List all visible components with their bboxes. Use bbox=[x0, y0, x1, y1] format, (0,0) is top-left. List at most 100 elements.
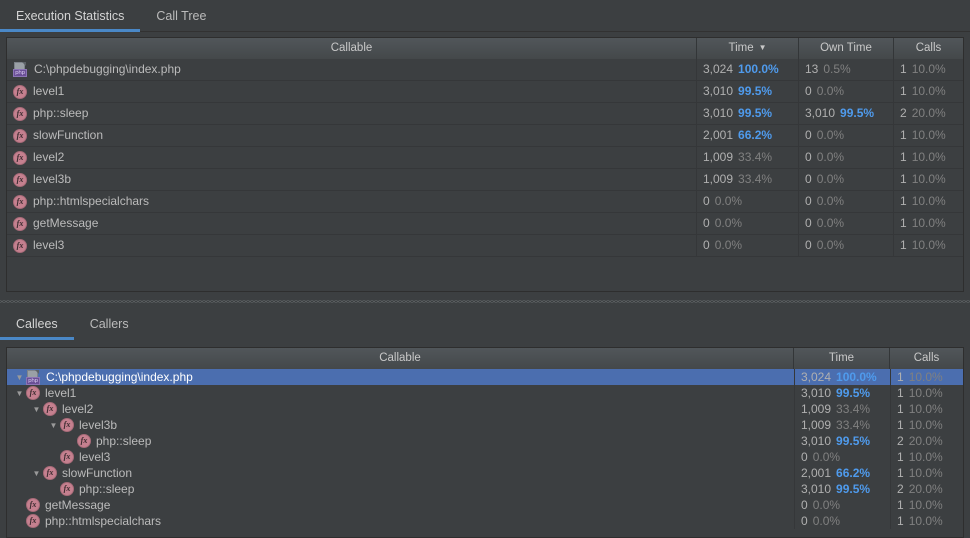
tree-row[interactable]: ▼ fx level1 3,010 99.5% 1 10.0% bbox=[7, 385, 963, 401]
column-header-calls-callees[interactable]: Calls bbox=[890, 348, 963, 369]
cell-callable: fx php::sleep bbox=[7, 103, 697, 124]
tree-row[interactable]: ▼fx php::sleep 3,010 99.5% 2 20.0% bbox=[7, 433, 963, 449]
callable-name: php::sleep bbox=[33, 106, 89, 120]
tree-cell-time: 0 0.0% bbox=[794, 513, 890, 529]
column-header-callable[interactable]: Callable bbox=[7, 38, 697, 59]
tree-row[interactable]: ▼fx php::sleep 3,010 99.5% 2 20.0% bbox=[7, 481, 963, 497]
table-row[interactable]: fx getMessage 0 0.0% 0 0.0% 1 10.0% bbox=[7, 213, 963, 235]
cell-time-percent: 0.0% bbox=[714, 194, 743, 208]
table-row[interactable]: fx php::htmlspecialchars 0 0.0% 0 0.0% 1 10.0% bbox=[7, 191, 963, 213]
cell-time: 0 0.0% bbox=[697, 213, 799, 234]
cell-own-time-percent: 0.0% bbox=[816, 150, 845, 164]
fx-function-icon: fx bbox=[13, 194, 27, 209]
expand-collapse-triangle-icon[interactable]: ▼ bbox=[47, 417, 60, 433]
table-row[interactable]: fx php::sleep 3,010 99.5% 3,010 99.5% 2 20.0% bbox=[7, 103, 963, 125]
execution-statistics-table[interactable]: Callable Time ▼ Own Time Calls php C:\phpd… bbox=[6, 37, 964, 292]
expand-collapse-triangle-icon[interactable]: ▼ bbox=[30, 401, 43, 417]
tab-callees[interactable]: Callees bbox=[0, 308, 74, 340]
callable-name: php::htmlspecialchars bbox=[33, 194, 150, 208]
cell-own-time: 0 0.0% bbox=[799, 147, 894, 168]
tree-row[interactable]: ▼fx php::htmlspecialchars 0 0.0% 1 10.0% bbox=[7, 513, 963, 529]
callees-tree-table[interactable]: Callable Time Calls ▼ php C:\phpdebugging\… bbox=[6, 347, 964, 538]
table-row[interactable]: fx level1 3,010 99.5% 0 0.0% 1 10.0% bbox=[7, 81, 963, 103]
tree-cell-calls-percent: 20.0% bbox=[908, 434, 943, 448]
cell-calls-value: 1 bbox=[900, 194, 907, 208]
column-header-callable-callees[interactable]: Callable bbox=[7, 348, 794, 369]
cell-calls-value: 1 bbox=[900, 84, 907, 98]
cell-own-time-value: 0 bbox=[805, 84, 812, 98]
cell-own-time-value: 0 bbox=[805, 194, 812, 208]
tree-row[interactable]: ▼ fx level3b 1,009 33.4% 1 10.0% bbox=[7, 417, 963, 433]
tree-cell-time-percent: 99.5% bbox=[836, 386, 871, 400]
tree-row[interactable]: ▼fx level3 0 0.0% 1 10.0% bbox=[7, 449, 963, 465]
cell-calls: 1 10.0% bbox=[894, 125, 963, 146]
tree-row[interactable]: ▼fx getMessage 0 0.0% 1 10.0% bbox=[7, 497, 963, 513]
table-row[interactable]: fx level3b 1,009 33.4% 0 0.0% 1 10.0% bbox=[7, 169, 963, 191]
fx-function-icon: fx bbox=[13, 150, 27, 165]
tree-cell-callable: ▼ php C:\phpdebugging\index.php bbox=[7, 369, 794, 385]
expand-collapse-triangle-icon[interactable]: ▼ bbox=[13, 369, 26, 385]
tree-cell-calls-percent: 10.0% bbox=[908, 498, 943, 512]
cell-own-time-percent: 0.0% bbox=[816, 194, 845, 208]
tree-spacer: ▼ bbox=[13, 497, 26, 513]
cell-time-value: 1,009 bbox=[703, 172, 734, 186]
tree-cell-calls: 2 20.0% bbox=[890, 481, 963, 497]
expand-collapse-triangle-icon[interactable]: ▼ bbox=[13, 385, 26, 401]
cell-time-percent: 66.2% bbox=[738, 128, 773, 142]
tree-cell-time-value: 1,009 bbox=[801, 418, 832, 432]
tree-cell-callable: ▼ fx level3b bbox=[7, 417, 794, 433]
top-tabbar: Execution Statistics Call Tree bbox=[0, 0, 970, 32]
tree-cell-calls-value: 2 bbox=[897, 482, 904, 496]
tree-cell-time-value: 3,024 bbox=[801, 370, 832, 384]
cell-time-value: 2,001 bbox=[703, 128, 734, 142]
cell-calls-percent: 10.0% bbox=[911, 128, 946, 142]
cell-time: 1,009 33.4% bbox=[697, 147, 799, 168]
tree-row[interactable]: ▼ fx slowFunction 2,001 66.2% 1 10.0% bbox=[7, 465, 963, 481]
cell-own-time-value: 0 bbox=[805, 172, 812, 186]
expand-collapse-triangle-icon[interactable]: ▼ bbox=[30, 465, 43, 481]
cell-time: 0 0.0% bbox=[697, 235, 799, 256]
cell-time-value: 0 bbox=[703, 216, 710, 230]
column-header-time[interactable]: Time ▼ bbox=[697, 38, 799, 59]
tree-cell-calls: 1 10.0% bbox=[890, 497, 963, 513]
cell-time-value: 3,010 bbox=[703, 84, 734, 98]
panel-splitter[interactable] bbox=[0, 298, 970, 305]
cell-calls-percent: 10.0% bbox=[911, 194, 946, 208]
cell-calls-percent: 10.0% bbox=[911, 172, 946, 186]
cell-own-time-value: 0 bbox=[805, 238, 812, 252]
cell-time: 2,001 66.2% bbox=[697, 125, 799, 146]
cell-own-time-value: 13 bbox=[805, 62, 819, 76]
tree-callable-name: php::htmlspecialchars bbox=[45, 514, 162, 528]
tab-callers[interactable]: Callers bbox=[74, 308, 145, 340]
table-row[interactable]: php C:\phpdebugging\index.php 3,024 100.0% 1… bbox=[7, 59, 963, 81]
tree-cell-calls-percent: 10.0% bbox=[908, 450, 943, 464]
cell-time: 3,010 99.5% bbox=[697, 81, 799, 102]
cell-time-percent: 0.0% bbox=[714, 216, 743, 230]
tree-row[interactable]: ▼ fx level2 1,009 33.4% 1 10.0% bbox=[7, 401, 963, 417]
tab-call-tree[interactable]: Call Tree bbox=[140, 0, 222, 32]
cell-callable: fx level1 bbox=[7, 81, 697, 102]
tree-cell-calls-value: 1 bbox=[897, 370, 904, 384]
tree-callable-name: level3b bbox=[79, 418, 118, 432]
cell-own-time-percent: 0.0% bbox=[816, 216, 845, 230]
column-header-own-time[interactable]: Own Time bbox=[799, 38, 894, 59]
tab-execution-statistics[interactable]: Execution Statistics bbox=[0, 0, 141, 32]
cell-own-time-value: 0 bbox=[805, 150, 812, 164]
table-row[interactable]: fx level3 0 0.0% 0 0.0% 1 10.0% bbox=[7, 235, 963, 257]
tree-row[interactable]: ▼ php C:\phpdebugging\index.php 3,024 100.0%… bbox=[7, 369, 963, 385]
tree-cell-time-percent: 66.2% bbox=[836, 466, 871, 480]
column-header-time-callees[interactable]: Time bbox=[794, 348, 890, 369]
tree-cell-time-percent: 33.4% bbox=[836, 418, 871, 432]
cell-own-time: 0 0.0% bbox=[799, 235, 894, 256]
cell-time-value: 0 bbox=[703, 238, 710, 252]
tree-cell-time-value: 3,010 bbox=[801, 386, 832, 400]
cell-calls-percent: 10.0% bbox=[911, 84, 946, 98]
column-header-calls[interactable]: Calls bbox=[894, 38, 963, 59]
tree-spacer: ▼ bbox=[13, 513, 26, 529]
table-row[interactable]: fx level2 1,009 33.4% 0 0.0% 1 10.0% bbox=[7, 147, 963, 169]
table-row[interactable]: fx slowFunction 2,001 66.2% 0 0.0% 1 10.0% bbox=[7, 125, 963, 147]
stats-table-body: php C:\phpdebugging\index.php 3,024 100.0% 1… bbox=[7, 59, 963, 257]
tree-callable-name: level3 bbox=[79, 450, 111, 464]
callable-name: getMessage bbox=[33, 216, 99, 230]
cell-own-time-value: 0 bbox=[805, 128, 812, 142]
